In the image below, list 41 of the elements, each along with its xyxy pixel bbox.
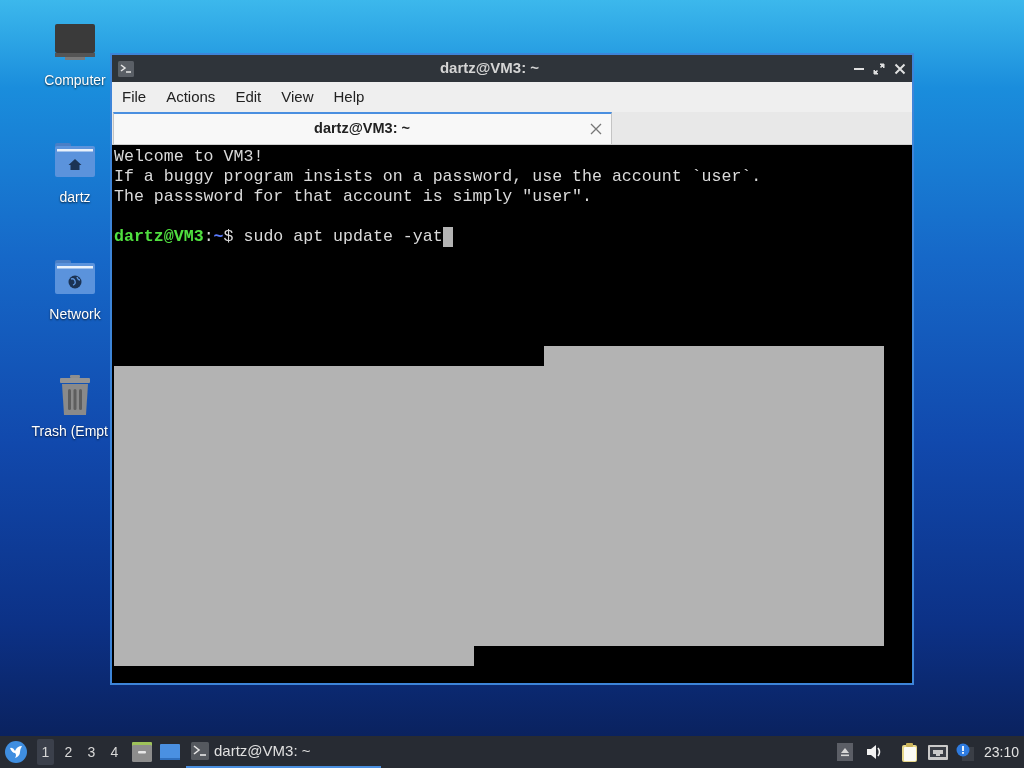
- close-icon: [894, 62, 906, 75]
- desktop-icon-label[interactable]: dartz: [59, 189, 91, 206]
- text-cursor: [442, 227, 453, 247]
- globe-folder-icon[interactable]: [55, 258, 95, 294]
- notification-icon[interactable]: [955, 743, 974, 761]
- speaker-icon[interactable]: [865, 743, 881, 761]
- menu-item[interactable]: File: [112, 85, 157, 109]
- close-tab-icon[interactable]: [590, 123, 602, 135]
- terminal-icon: [118, 60, 134, 77]
- window-title: dartz@VM3: ~: [438, 58, 541, 79]
- menu-item[interactable]: View: [271, 85, 324, 109]
- terminal-output-line: Welcome to VM3!: [114, 147, 265, 167]
- workspace-button[interactable]: 2: [60, 739, 77, 765]
- terminal-output-line: The passsword for that account is simply "user".: [114, 187, 593, 207]
- workspace-button[interactable]: 3: [83, 739, 100, 765]
- menu-item[interactable]: Actions: [156, 85, 226, 109]
- terminal-icon: [191, 742, 209, 760]
- clipboard-icon[interactable]: [900, 742, 918, 762]
- network-port-icon[interactable]: [927, 743, 948, 761]
- eject-icon[interactable]: [836, 743, 853, 761]
- close-button[interactable]: [894, 62, 906, 75]
- command-line: dartz@VM3:~$ sudo apt update -yat: [114, 227, 443, 247]
- home-folder-icon[interactable]: [55, 141, 95, 177]
- workspace-button[interactable]: 1: [37, 739, 54, 765]
- menu-item[interactable]: Edit: [225, 85, 272, 109]
- minimize-icon: [854, 67, 864, 70]
- file-drawer-icon[interactable]: [132, 742, 152, 762]
- clock[interactable]: 23:10: [983, 741, 1019, 763]
- desktop-icon-label[interactable]: Network: [49, 306, 101, 323]
- bird-logo-icon[interactable]: [5, 741, 27, 763]
- monitor-icon[interactable]: [55, 24, 95, 60]
- taskbar-task-button[interactable]: dartz@VM3: ~: [186, 736, 381, 768]
- workspace-button[interactable]: 4: [106, 739, 123, 765]
- terminal-tab[interactable]: dartz@VM3: ~: [113, 112, 612, 144]
- maximize-icon: [873, 62, 885, 75]
- terminal-area[interactable]: Welcome to VM3! If a buggy program insists on a password, use the account `user`. The passsword for that account is simply "user". dartz@VM3:~$ sudo apt update -yat: [112, 145, 912, 683]
- desktop-icon-label[interactable]: Trash (Empt: [31, 423, 108, 440]
- minimize-button[interactable]: [854, 67, 864, 70]
- menu-item[interactable]: Help: [323, 85, 375, 109]
- maximize-button[interactable]: [873, 62, 885, 75]
- terminal-output-line: If a buggy program insists on a password, use the account `user`.: [114, 167, 763, 187]
